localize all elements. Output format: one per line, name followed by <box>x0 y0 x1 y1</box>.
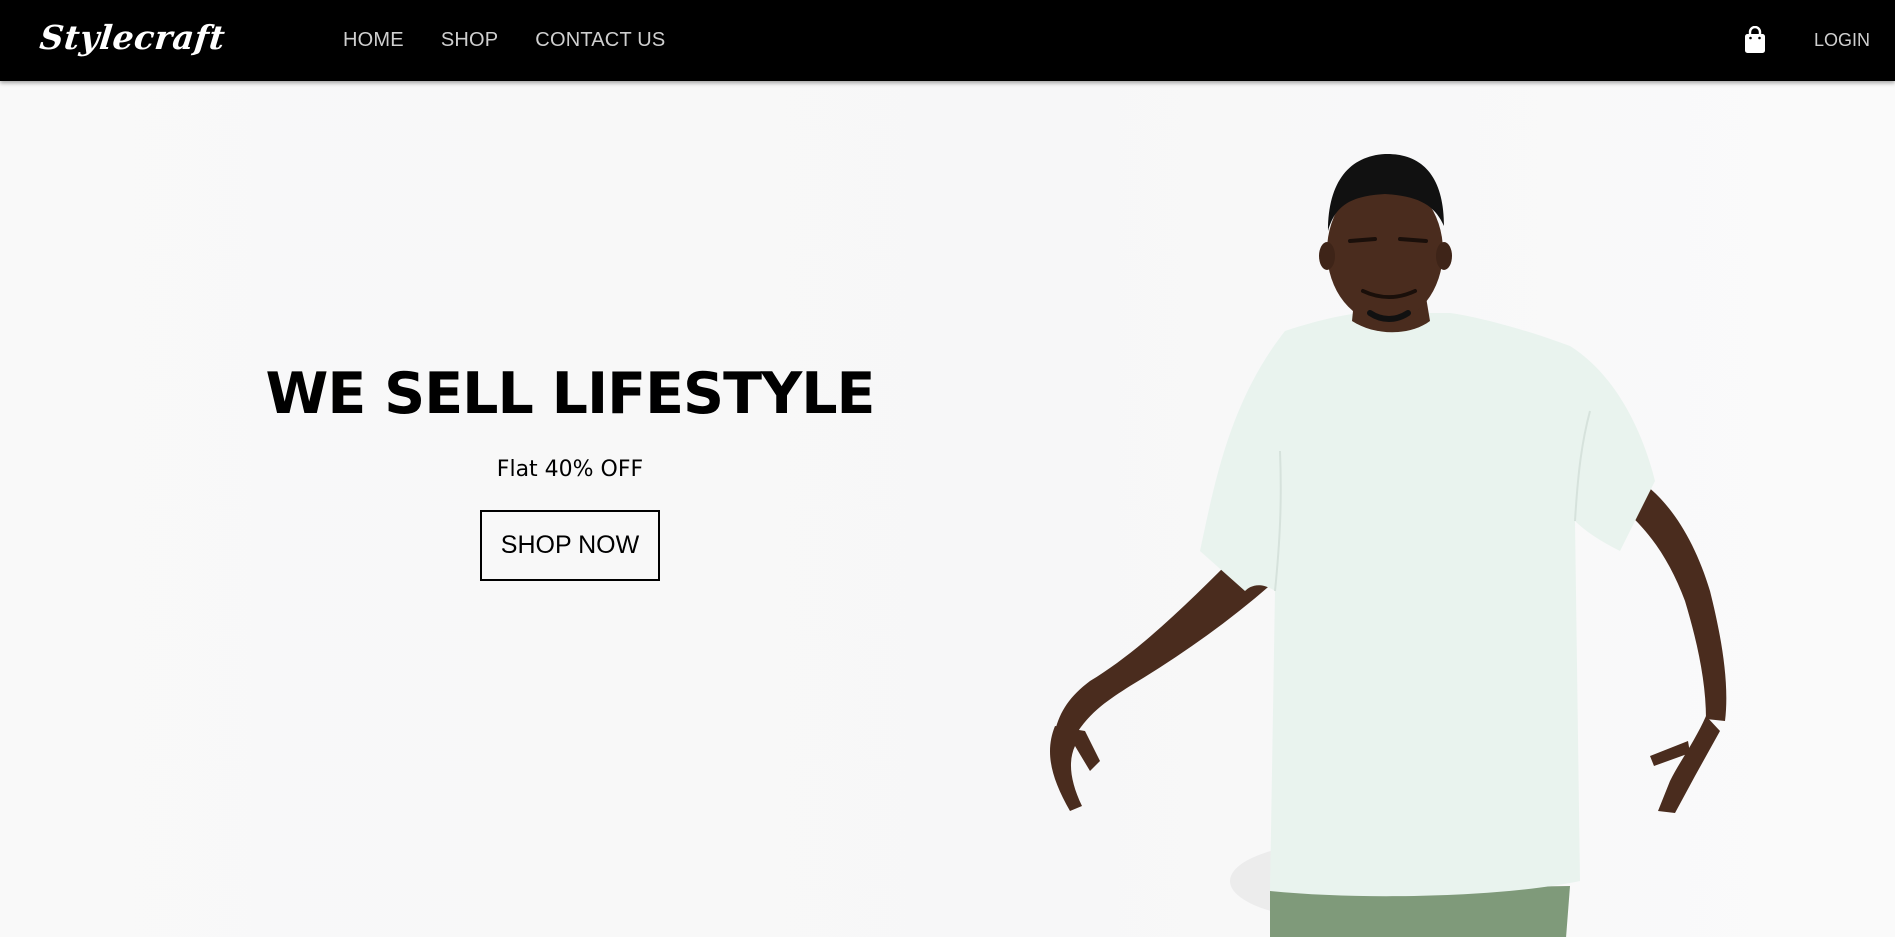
nav-right: LOGIN <box>1744 26 1870 54</box>
hero-title: WE SELL LIFESTYLE <box>265 361 876 427</box>
login-link[interactable]: LOGIN <box>1814 30 1870 51</box>
brand-logo[interactable]: Stylecraft <box>38 18 227 57</box>
navbar: Stylecraft HOME SHOP CONTACT US LOGIN <box>0 0 1895 81</box>
nav-link-shop[interactable]: SHOP <box>441 29 498 52</box>
hero-text: WE SELL LIFESTYLE Flat 40% OFF SHOP NOW <box>240 361 900 581</box>
hero-banner: WE SELL LIFESTYLE Flat 40% OFF SHOP NOW <box>0 81 1895 937</box>
hero-subtitle: Flat 40% OFF <box>496 457 644 482</box>
main-nav: HOME SHOP CONTACT US <box>343 29 702 52</box>
shop-now-button[interactable]: SHOP NOW <box>480 510 660 581</box>
shopping-bag-icon[interactable] <box>1744 26 1766 54</box>
nav-link-contact[interactable]: CONTACT US <box>535 29 665 52</box>
hero-model-image <box>1050 153 1727 937</box>
nav-link-home[interactable]: HOME <box>343 29 404 52</box>
